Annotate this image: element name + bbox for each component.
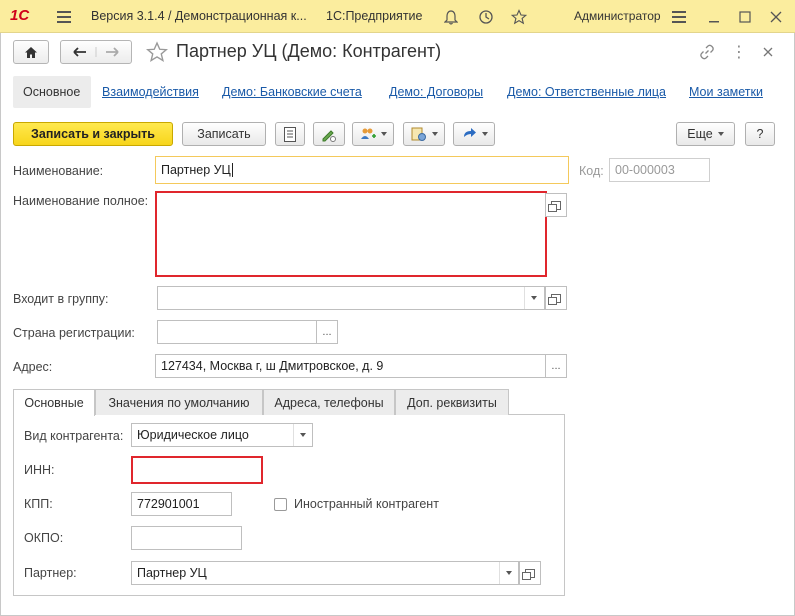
more-button[interactable]: Еще <box>676 122 735 146</box>
more-actions-icon[interactable]: ⋮ <box>729 42 749 62</box>
menu-icon[interactable] <box>53 6 75 28</box>
okpo-label: ОКПО: <box>24 531 64 545</box>
code-input[interactable]: 00-000003 <box>609 158 710 182</box>
group-open-button[interactable] <box>545 286 567 310</box>
full-name-label: Наименование полное: <box>13 194 149 208</box>
kind-select[interactable]: Юридическое лицо <box>131 423 313 447</box>
foreign-checkbox[interactable] <box>274 498 287 511</box>
home-icon <box>25 46 37 58</box>
nav-link-interactions[interactable]: Взаимодействия <box>102 85 199 99</box>
tab-defaults[interactable]: Значения по умолчанию <box>95 389 263 415</box>
notifications-bell-icon[interactable] <box>440 6 462 28</box>
partner-input[interactable]: Партнер УЦ <box>131 561 519 585</box>
platform-name: 1С:Предприятие <box>326 9 423 23</box>
address-label: Адрес: <box>13 360 53 374</box>
partner-open-button[interactable] <box>519 561 541 585</box>
code-label: Код: <box>579 164 604 178</box>
home-button[interactable] <box>13 40 49 64</box>
nav-link-bank-accounts[interactable]: Демо: Банковские счета <box>222 85 362 99</box>
report-button[interactable] <box>275 122 305 146</box>
open-window-icon <box>522 568 535 580</box>
documents-menu-button[interactable] <box>403 122 445 146</box>
kpp-input[interactable]: 772901001 <box>131 492 232 516</box>
country-select-button[interactable]: ... <box>316 320 338 344</box>
close-window-icon[interactable] <box>765 6 787 28</box>
users-menu-button[interactable] <box>352 122 394 146</box>
close-form-icon[interactable] <box>758 42 778 62</box>
nav-link-contracts[interactable]: Демо: Договоры <box>389 85 483 99</box>
nav-link-my-notes[interactable]: Мои заметки <box>689 85 763 99</box>
address-input[interactable]: 127434, Москва г, ш Дмитровское, д. 9 <box>155 354 547 378</box>
save-button[interactable]: Записать <box>182 122 266 146</box>
partner-dropdown-button[interactable] <box>499 562 517 584</box>
favorites-star-icon[interactable] <box>508 6 530 28</box>
go-to-menu-button[interactable] <box>453 122 495 146</box>
nav-main[interactable]: Основное <box>23 85 80 99</box>
current-user[interactable]: Администратор <box>574 9 661 23</box>
kind-dropdown-button[interactable] <box>293 424 311 446</box>
back-forward-buttons[interactable] <box>60 40 132 64</box>
okpo-input[interactable] <box>131 526 242 550</box>
nav-link-responsible-persons[interactable]: Демо: Ответственные лица <box>507 85 666 99</box>
pencil-icon <box>322 129 336 142</box>
tab-extra-attributes[interactable]: Доп. реквизиты <box>395 389 509 415</box>
document-settings-icon <box>411 127 426 141</box>
help-button[interactable]: ? <box>745 122 775 146</box>
document-list-icon <box>284 126 296 142</box>
edit-button[interactable] <box>313 122 345 146</box>
kpp-label: КПП: <box>24 497 53 511</box>
1c-logo: 1С <box>10 7 30 24</box>
group-dropdown-button[interactable] <box>524 287 542 309</box>
save-and-close-button[interactable]: Записать и закрыть <box>13 122 173 146</box>
full-name-textarea[interactable] <box>155 191 547 277</box>
group-input[interactable] <box>157 286 545 310</box>
name-input-value: Партнер УЦ <box>161 163 231 177</box>
inn-input[interactable] <box>131 456 263 484</box>
country-input[interactable] <box>157 320 317 344</box>
open-window-icon <box>548 293 561 305</box>
app-title: Версия 3.1.4 / Демонстрационная к... <box>91 9 307 23</box>
name-input[interactable]: Партнер УЦ <box>155 156 569 184</box>
minimize-icon[interactable] <box>703 6 725 28</box>
settings-menu-icon[interactable] <box>668 6 690 28</box>
tab-addresses-phones[interactable]: Адреса, телефоны <box>263 389 395 415</box>
foreign-checkbox-label[interactable]: Иностранный контрагент <box>294 497 439 511</box>
partner-label: Партнер: <box>24 566 77 580</box>
history-icon[interactable] <box>475 6 497 28</box>
inn-label: ИНН: <box>24 463 55 477</box>
country-label: Страна регистрации: <box>13 326 135 340</box>
maximize-icon[interactable] <box>734 6 756 28</box>
name-label: Наименование: <box>13 164 104 178</box>
kind-select-value: Юридическое лицо <box>137 428 249 442</box>
link-icon[interactable] <box>697 42 717 62</box>
partner-input-value: Партнер УЦ <box>137 566 207 580</box>
users-add-icon <box>360 128 376 139</box>
kind-label: Вид контрагента: <box>24 429 124 443</box>
favorite-star-icon[interactable] <box>145 41 169 66</box>
redo-arrow-icon <box>463 128 476 137</box>
group-label: Входит в группу: <box>13 292 109 306</box>
more-button-label: Еще <box>687 127 713 141</box>
full-name-open-button[interactable] <box>545 193 567 217</box>
tab-main[interactable]: Основные <box>13 389 95 416</box>
address-select-button[interactable]: ... <box>545 354 567 378</box>
open-window-icon <box>548 200 561 212</box>
form-title: Партнер УЦ (Демо: Контрагент) <box>176 41 442 61</box>
